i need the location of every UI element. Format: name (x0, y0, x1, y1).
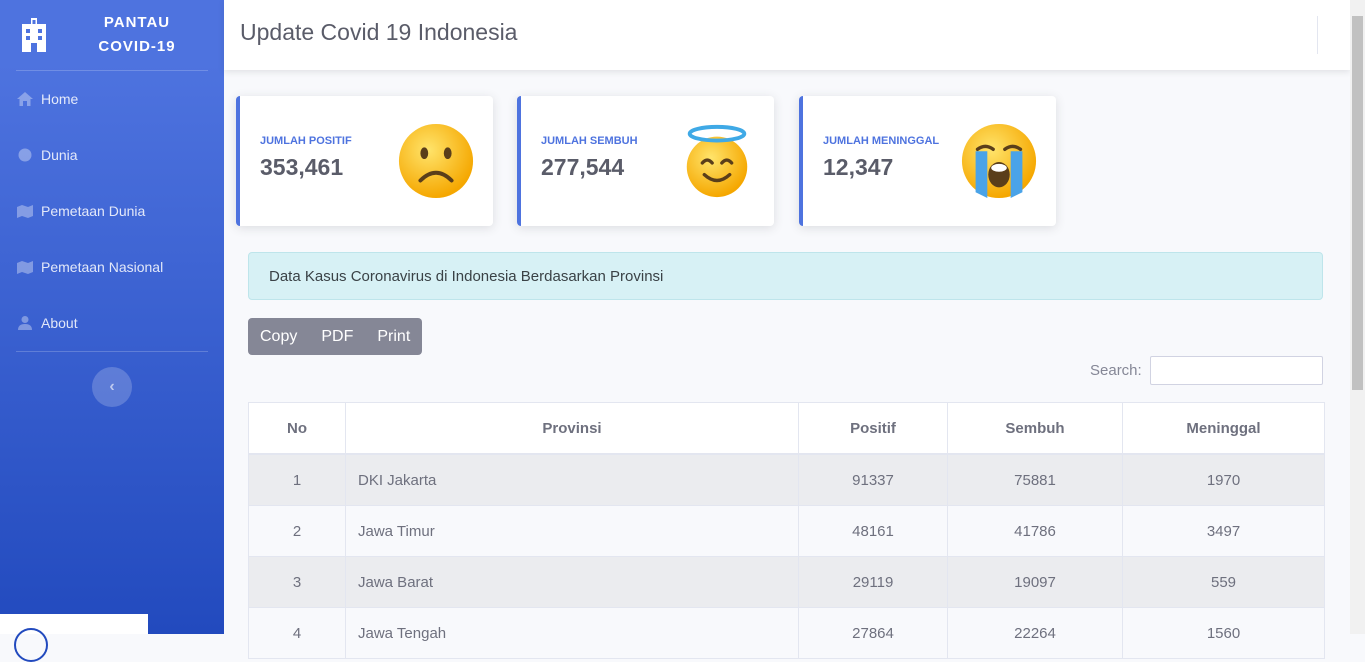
cell-positif: 48161 (798, 505, 948, 557)
card-label: JUMLAH POSITIF (260, 135, 352, 147)
cell-no: 4 (248, 607, 346, 659)
cell-no: 3 (248, 556, 346, 608)
circle-icon (14, 628, 48, 662)
sidebar-item-pemetaan-nasional[interactable]: Pemetaan Nasional (0, 239, 224, 295)
loudly-crying-face-emoji-icon (961, 123, 1037, 199)
cell-sembuh: 41786 (947, 505, 1123, 557)
card-value: 353,461 (260, 154, 344, 180)
sidebar-item-home[interactable]: Home (0, 71, 224, 127)
topbar: Update Covid 19 Indonesia (224, 0, 1350, 70)
cell-provinsi: Jawa Tengah (345, 607, 799, 659)
column-header-meninggal[interactable]: Meninggal (1122, 402, 1325, 455)
cell-positif: 91337 (798, 453, 948, 506)
hospital-icon (22, 18, 46, 52)
cell-provinsi: Jawa Barat (345, 556, 799, 608)
pdf-button[interactable]: PDF (309, 318, 365, 355)
table-row: 3 Jawa Barat 29119 19097 559 (248, 556, 1325, 608)
user-icon (18, 316, 32, 330)
chevron-left-icon: ‹ (109, 378, 115, 395)
home-icon (17, 92, 33, 106)
cell-meninggal: 3497 (1122, 505, 1325, 557)
sidebar-item-pemetaan-dunia[interactable]: Pemetaan Dunia (0, 183, 224, 239)
cell-no: 2 (248, 505, 346, 557)
sidebar-item-label: Dunia (41, 147, 78, 163)
print-button[interactable]: Print (365, 318, 422, 355)
sidebar-item-label: Home (41, 91, 79, 107)
sidebar-toggle-button[interactable]: ‹ (92, 367, 132, 407)
sidebar: PANTAU COVID-19 Home Dunia Pemetaan Duni… (0, 0, 224, 634)
sidebar-item-about[interactable]: About (0, 295, 224, 351)
alert-text: Data Kasus Coronavirus di Indonesia Berd… (269, 268, 664, 285)
scrollbar[interactable] (1350, 0, 1365, 634)
info-alert: Data Kasus Coronavirus di Indonesia Berd… (248, 252, 1323, 300)
export-button-group: Copy PDF Print (248, 318, 423, 355)
card-meninggal: JUMLAH MENINGGAL 12,347 (799, 96, 1056, 226)
map-icon (17, 261, 33, 274)
globe-icon (18, 148, 32, 162)
column-header-no[interactable]: No (248, 402, 346, 455)
scrollbar-thumb[interactable] (1352, 16, 1363, 390)
card-value: 12,347 (823, 154, 894, 180)
brand-title: PANTAU COVID-19 (58, 11, 216, 59)
column-header-sembuh[interactable]: Sembuh (947, 402, 1123, 455)
card-sembuh: JUMLAH SEMBUH 277,544 (517, 96, 774, 226)
cell-sembuh: 22264 (947, 607, 1123, 659)
table-header-row: No Provinsi Positif Sembuh Meninggal (248, 402, 1325, 455)
smiling-face-with-halo-emoji-icon (686, 124, 748, 198)
card-positif: JUMLAH POSITIF 353,461 (236, 96, 493, 226)
brand-line2: COVID-19 (98, 38, 176, 55)
sidebar-divider (16, 351, 208, 352)
cell-sembuh: 19097 (947, 556, 1123, 608)
map-icon (17, 205, 33, 218)
sidebar-item-label: About (41, 315, 78, 331)
sidebar-item-label: Pemetaan Dunia (41, 203, 146, 219)
card-value: 277,544 (541, 154, 625, 180)
brand[interactable]: PANTAU COVID-19 (0, 0, 224, 70)
brand-line1: PANTAU (103, 14, 171, 31)
page-title: Update Covid 19 Indonesia (240, 19, 518, 45)
search-label: Search: (1090, 362, 1142, 379)
cell-meninggal: 559 (1122, 556, 1325, 608)
table-row: 2 Jawa Timur 48161 41786 3497 (248, 505, 1325, 557)
table-row: 1 DKI Jakarta 91337 75881 1970 (248, 453, 1325, 506)
province-table: No Provinsi Positif Sembuh Meninggal 1 D… (248, 402, 1325, 659)
search-input[interactable] (1150, 356, 1323, 385)
sidebar-item-label: Pemetaan Nasional (41, 259, 164, 275)
card-label: JUMLAH SEMBUH (541, 135, 638, 147)
copy-button[interactable]: Copy (248, 318, 309, 355)
cell-positif: 29119 (798, 556, 948, 608)
table-row: 4 Jawa Tengah 27864 22264 1560 (248, 607, 1325, 659)
cell-meninggal: 1970 (1122, 453, 1325, 506)
cell-no: 1 (248, 453, 346, 506)
column-header-provinsi[interactable]: Provinsi (345, 402, 799, 455)
card-label: JUMLAH MENINGGAL (823, 135, 940, 147)
cell-sembuh: 75881 (947, 453, 1123, 506)
cell-provinsi: DKI Jakarta (345, 453, 799, 506)
topbar-divider (1317, 16, 1318, 54)
sidebar-item-dunia[interactable]: Dunia (0, 127, 224, 183)
column-header-positif[interactable]: Positif (798, 402, 948, 455)
bottom-widget (0, 614, 148, 662)
cell-meninggal: 1560 (1122, 607, 1325, 659)
cell-positif: 27864 (798, 607, 948, 659)
cell-provinsi: Jawa Timur (345, 505, 799, 557)
frowning-face-emoji-icon (398, 123, 474, 199)
